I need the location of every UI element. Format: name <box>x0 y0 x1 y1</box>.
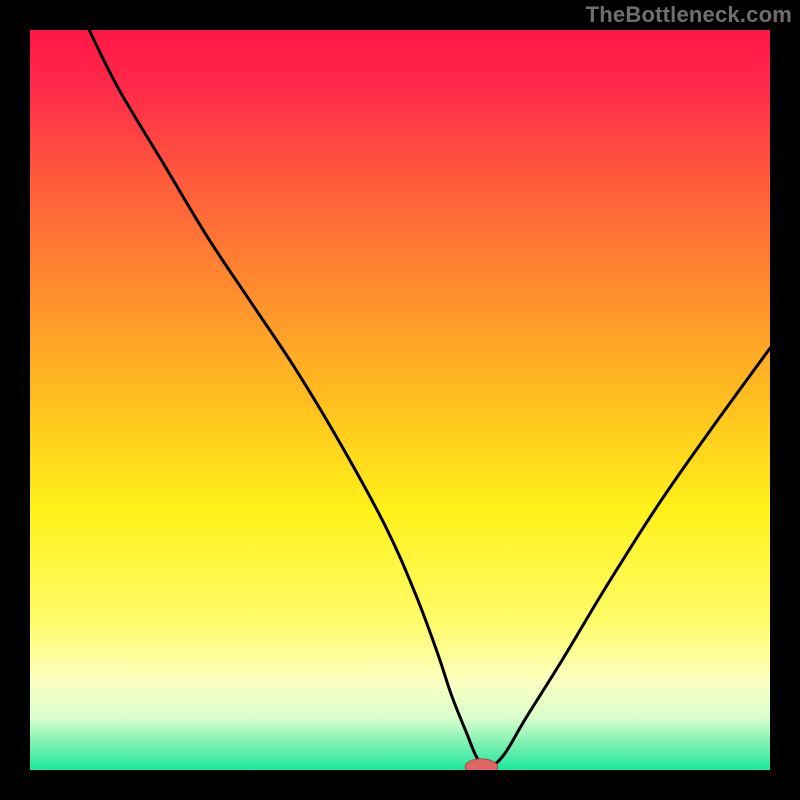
curve-layer <box>30 30 770 770</box>
optimal-marker <box>465 759 498 770</box>
watermark-text: TheBottleneck.com <box>586 2 792 28</box>
bottleneck-curve <box>89 30 770 766</box>
chart-frame: TheBottleneck.com <box>0 0 800 800</box>
plot-area <box>30 30 770 770</box>
